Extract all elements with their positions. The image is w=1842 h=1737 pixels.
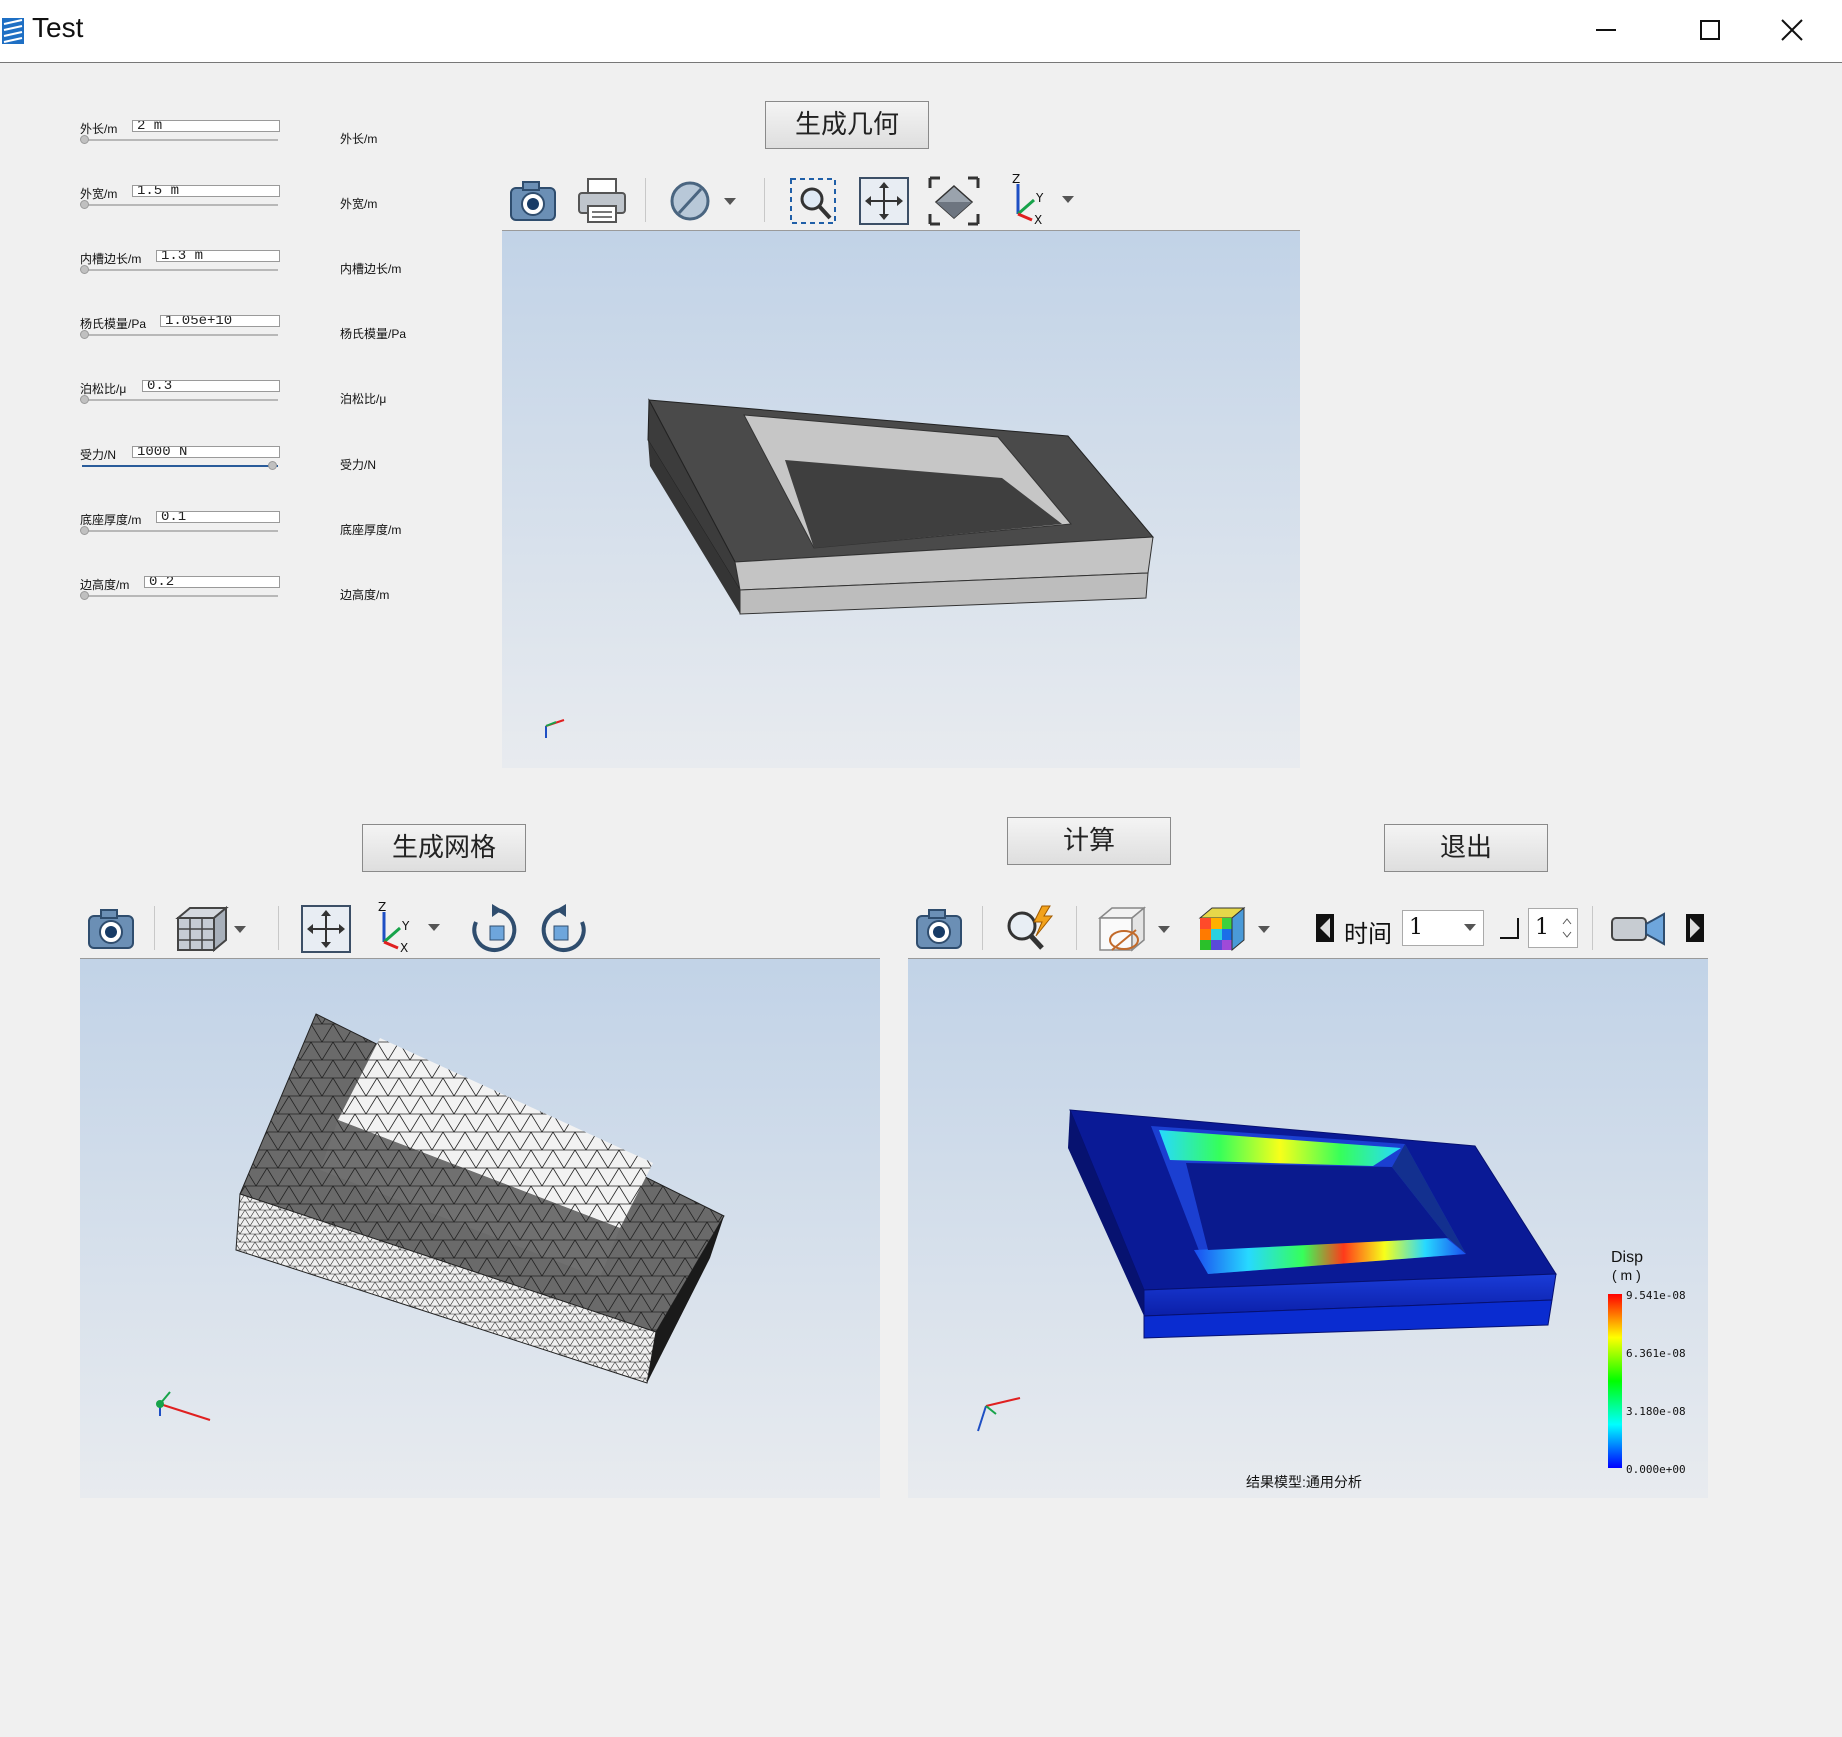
- generate-mesh-button[interactable]: 生成网格: [362, 824, 526, 872]
- param-slider-youngs-modulus[interactable]: [82, 334, 278, 336]
- geometry-model-canvas: [545, 398, 1155, 738]
- mesh-viewer[interactable]: Z Y X: [80, 898, 880, 1498]
- param-slider-knob[interactable]: [80, 591, 89, 600]
- param-input-outer-width[interactable]: 1.5 m: [132, 185, 280, 197]
- param-slider-knob[interactable]: [80, 395, 89, 404]
- param-label-inner-slot: 内槽边长/m: [80, 252, 142, 266]
- param-slider-knob[interactable]: [80, 200, 89, 209]
- param-slider-outer-length[interactable]: [82, 139, 278, 141]
- legend-unit: ( m ): [1612, 1267, 1641, 1283]
- param-echo-base-thickness: 底座厚度/m: [340, 523, 402, 537]
- minimize-icon: [1596, 29, 1616, 31]
- app-icon: [2, 18, 24, 44]
- param-input-base-thickness[interactable]: 0.1: [156, 511, 280, 523]
- param-echo-poisson-ratio: 泊松比/μ: [340, 392, 387, 406]
- param-slider-knob[interactable]: [80, 330, 89, 339]
- param-slider-outer-width[interactable]: [82, 204, 278, 206]
- legend-tick: 6.361e-08: [1626, 1347, 1686, 1360]
- param-echo-edge-height: 边高度/m: [340, 588, 390, 602]
- title-bar: Test: [0, 0, 1842, 63]
- param-slider-base-thickness[interactable]: [82, 530, 278, 532]
- param-echo-outer-length: 外长/m: [340, 132, 378, 146]
- param-echo-force: 受力/N: [340, 458, 377, 472]
- param-slider-poisson-ratio[interactable]: [82, 399, 278, 401]
- close-button[interactable]: [1742, 0, 1842, 60]
- param-label-base-thickness: 底座厚度/m: [80, 513, 142, 527]
- generate-geometry-button[interactable]: 生成几何: [765, 101, 929, 149]
- legend-tick: 3.180e-08: [1626, 1405, 1686, 1418]
- param-echo-outer-width: 外宽/m: [340, 197, 378, 211]
- param-slider-inner-slot[interactable]: [82, 269, 278, 271]
- param-label-force: 受力/N: [80, 448, 117, 462]
- param-label-poisson-ratio: 泊松比/μ: [80, 382, 127, 396]
- legend-tick: 9.541e-08: [1626, 1289, 1686, 1302]
- result-model-canvas: [977, 1109, 1622, 1468]
- param-input-youngs-modulus[interactable]: 1.05e+10: [160, 315, 280, 327]
- minimize-button[interactable]: [1556, 0, 1656, 60]
- compute-button[interactable]: 计算: [1007, 817, 1171, 865]
- param-input-force[interactable]: 1000 N: [132, 446, 280, 458]
- param-slider-knob[interactable]: [268, 461, 277, 470]
- legend-title: Disp: [1611, 1249, 1644, 1266]
- param-label-youngs-modulus: 杨氏模量/Pa: [80, 317, 147, 331]
- close-icon: [1781, 19, 1803, 41]
- param-label-edge-height: 边高度/m: [80, 578, 130, 592]
- param-input-inner-slot[interactable]: 1.3 m: [156, 250, 280, 262]
- legend-tick: 0.000e+00: [1626, 1463, 1686, 1476]
- param-echo-youngs-modulus: 杨氏模量/Pa: [340, 327, 407, 341]
- param-slider-knob[interactable]: [80, 265, 89, 274]
- legend-color-bar: [1608, 1294, 1622, 1468]
- param-slider-knob[interactable]: [80, 135, 89, 144]
- param-slider-force[interactable]: [82, 465, 278, 467]
- param-input-poisson-ratio[interactable]: 0.3: [142, 380, 280, 392]
- param-input-outer-length[interactable]: 2 m: [132, 120, 280, 132]
- window-title: Test: [32, 12, 84, 43]
- geometry-viewer[interactable]: Z Y X: [502, 170, 1300, 768]
- param-echo-inner-slot: 内槽边长/m: [340, 262, 402, 276]
- param-slider-edge-height[interactable]: [82, 595, 278, 597]
- param-slider-knob[interactable]: [80, 526, 89, 535]
- mesh-model-canvas: [156, 1013, 725, 1421]
- result-viewer[interactable]: 时间 1 1 Disp (m) 9.541e-08 6.361e-08 3.…: [908, 898, 1708, 1498]
- exit-button[interactable]: 退出: [1384, 824, 1548, 872]
- result-model-label: 结果模型:通用分析: [1246, 1474, 1362, 1490]
- param-input-edge-height[interactable]: 0.2: [144, 576, 280, 588]
